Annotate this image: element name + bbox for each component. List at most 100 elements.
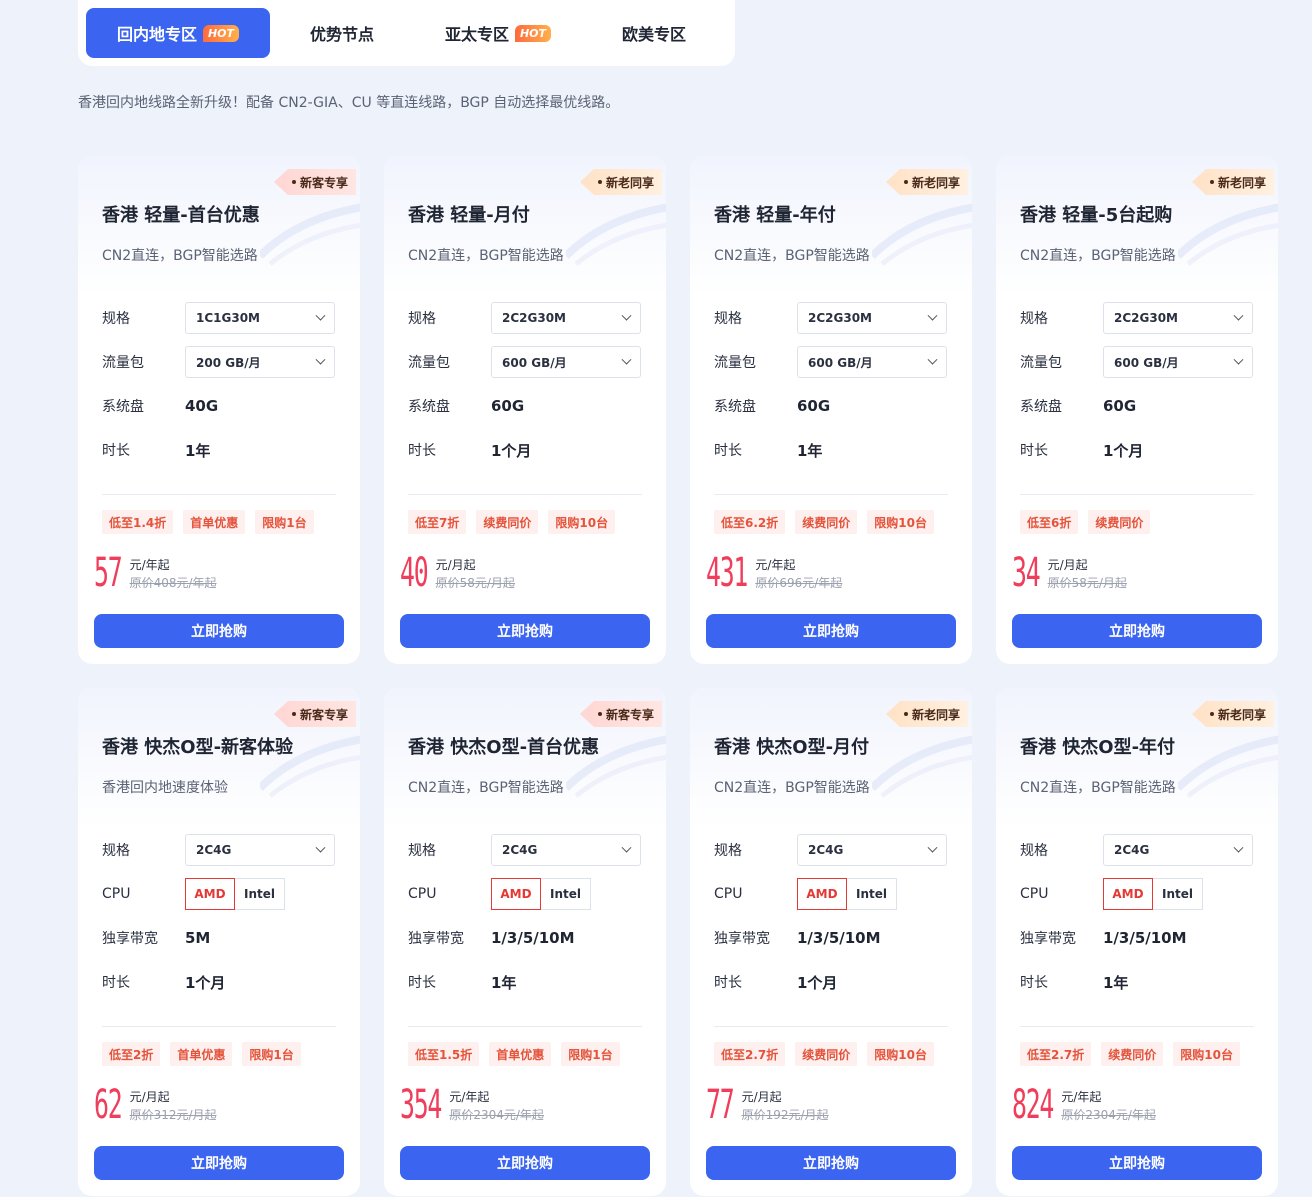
- buy-now-button[interactable]: 立即抢购: [1012, 1146, 1262, 1180]
- price-text: 元/年起 原价2304元/年起: [449, 1088, 544, 1124]
- price-text: 元/年起 原价696元/年起: [755, 556, 842, 592]
- tab-europe-america[interactable]: 欧美专区: [582, 8, 726, 58]
- card-title: 香港 轻量-首台优惠: [102, 205, 260, 226]
- cpu-option-amd[interactable]: AMD: [797, 878, 847, 910]
- promo-tag: 低至1.5折: [408, 1042, 480, 1066]
- duration-label: 时长: [408, 443, 436, 459]
- price-block: 34 元/月起 原价58元/月起: [1012, 550, 1127, 596]
- buy-now-button[interactable]: 立即抢购: [94, 1146, 344, 1180]
- promo-tag: 低至6折: [1020, 510, 1079, 534]
- card-subtitle: 香港回内地速度体验: [102, 780, 228, 796]
- chevron-down-icon: [315, 842, 326, 853]
- traffic-select[interactable]: 600 GB/月: [1103, 346, 1253, 378]
- cpu-option-intel[interactable]: Intel: [541, 878, 591, 910]
- cpu-option-amd[interactable]: AMD: [185, 878, 235, 910]
- disk-row: 系统盘 60G: [714, 390, 948, 422]
- cpu-option-intel[interactable]: Intel: [847, 878, 897, 910]
- product-card: 新老同享 香港 快杰O型-月付 CN2直连，BGP智能选路 规格 2C4G CP…: [690, 688, 972, 1196]
- chevron-down-icon: [1233, 354, 1244, 365]
- cpu-toggle: AMD Intel: [185, 878, 285, 910]
- spec-row: 规格 2C2G30M: [1020, 302, 1254, 334]
- price-block: 77 元/月起 原价192元/月起: [706, 1085, 829, 1125]
- spec-select[interactable]: 2C4G: [491, 834, 641, 866]
- spec-row: 规格 2C4G: [714, 834, 948, 866]
- price-text: 元/月起 原价312元/月起: [130, 1088, 217, 1124]
- spec-select[interactable]: 2C2G30M: [491, 302, 641, 334]
- cpu-toggle: AMD Intel: [797, 878, 897, 910]
- spec-select[interactable]: 2C4G: [185, 834, 335, 866]
- bandwidth-row: 独享带宽 1/3/5/10M: [408, 922, 642, 954]
- zone-description: 香港回内地线路全新升级！配备 CN2-GIA、CU 等直连线路，BGP 自动选择…: [78, 95, 620, 111]
- price-value: 431: [706, 550, 748, 596]
- duration-row: 时长 1个月: [1020, 434, 1254, 466]
- spec-label: 规格: [1020, 311, 1048, 327]
- promo-tags: 低至2.7折 续费同价 限购10台: [714, 1042, 944, 1066]
- bandwidth-row: 独享带宽 5M: [102, 922, 336, 954]
- duration-value: 1个月: [491, 441, 532, 460]
- duration-label: 时长: [714, 975, 742, 991]
- card-subtitle: CN2直连，BGP智能选路: [102, 248, 258, 264]
- promo-tags: 低至1.5折 首单优惠 限购1台: [408, 1042, 630, 1066]
- card-subtitle: CN2直连，BGP智能选路: [408, 780, 564, 796]
- buy-now-button[interactable]: 立即抢购: [706, 1146, 956, 1180]
- original-price: 原价58元/月起: [435, 576, 515, 590]
- chevron-down-icon: [621, 842, 632, 853]
- buy-now-button[interactable]: 立即抢购: [400, 614, 650, 648]
- spec-select[interactable]: 1C1G30M: [185, 302, 335, 334]
- original-price: 原价2304元/年起: [449, 1108, 544, 1122]
- tab-asia-pacific[interactable]: 亚太专区 HOT: [414, 8, 582, 58]
- tab-mainland[interactable]: 回内地专区 HOT: [86, 8, 270, 58]
- tab-advantage-nodes[interactable]: 优势节点: [270, 8, 414, 58]
- card-title: 香港 轻量-年付: [714, 205, 836, 226]
- promo-tag: 限购10台: [867, 1042, 934, 1066]
- chevron-down-icon: [315, 310, 326, 321]
- spec-select[interactable]: 2C2G30M: [1103, 302, 1253, 334]
- traffic-select[interactable]: 200 GB/月: [185, 346, 335, 378]
- spec-select[interactable]: 2C2G30M: [797, 302, 947, 334]
- spec-row: 规格 2C4G: [408, 834, 642, 866]
- cpu-row: CPU AMD Intel: [102, 878, 336, 910]
- spec-row: 规格 2C4G: [102, 834, 336, 866]
- cpu-option-intel[interactable]: Intel: [235, 878, 285, 910]
- cpu-option-amd[interactable]: AMD: [491, 878, 541, 910]
- price-unit: 元/月起: [435, 558, 476, 572]
- spec-select[interactable]: 2C4G: [1103, 834, 1253, 866]
- traffic-row: 流量包 200 GB/月: [102, 346, 336, 378]
- cpu-option-amd[interactable]: AMD: [1103, 878, 1153, 910]
- promo-tag: 续费同价: [476, 510, 539, 534]
- disk-row: 系统盘 40G: [102, 390, 336, 422]
- bandwidth-value: 1/3/5/10M: [797, 929, 881, 947]
- promo-tag: 限购10台: [548, 510, 616, 534]
- promo-tags: 低至7折 续费同价 限购10台: [408, 510, 625, 534]
- traffic-select[interactable]: 600 GB/月: [797, 346, 947, 378]
- product-card: 新客专享 香港 快杰O型-首台优惠 CN2直连，BGP智能选路 规格 2C4G …: [384, 688, 666, 1196]
- cpu-row: CPU AMD Intel: [714, 878, 948, 910]
- disk-value: 60G: [1103, 397, 1137, 415]
- chevron-down-icon: [927, 310, 938, 321]
- buy-now-button[interactable]: 立即抢购: [1012, 614, 1262, 648]
- spec-row: 规格 1C1G30M: [102, 302, 336, 334]
- disk-row: 系统盘 60G: [1020, 390, 1254, 422]
- price-value: 34: [1012, 550, 1041, 596]
- buy-now-button[interactable]: 立即抢购: [706, 614, 956, 648]
- spec-select[interactable]: 2C4G: [797, 834, 947, 866]
- traffic-select[interactable]: 600 GB/月: [491, 346, 641, 378]
- buy-now-button[interactable]: 立即抢购: [400, 1146, 650, 1180]
- spec-row: 规格 2C4G: [1020, 834, 1254, 866]
- price-block: 40 元/月起 原价58元/月起: [400, 553, 515, 593]
- buy-now-button[interactable]: 立即抢购: [94, 614, 344, 648]
- customer-badge: 新客专享: [273, 169, 356, 195]
- cpu-option-intel[interactable]: Intel: [1153, 878, 1203, 910]
- price-unit: 元/年起: [1061, 1090, 1102, 1104]
- bandwidth-value: 1/3/5/10M: [1103, 929, 1187, 947]
- duration-value: 1个月: [797, 973, 838, 992]
- duration-value: 1年: [1103, 973, 1129, 992]
- customer-badge: 新客专享: [579, 701, 662, 727]
- product-card: 新老同享 香港 轻量-5台起购 CN2直连，BGP智能选路 规格 2C2G30M…: [996, 156, 1278, 664]
- traffic-row: 流量包 600 GB/月: [408, 346, 642, 378]
- chevron-down-icon: [1233, 310, 1244, 321]
- disk-label: 系统盘: [102, 399, 144, 415]
- card-title: 香港 轻量-5台起购: [1020, 205, 1173, 226]
- promo-tags: 低至2.7折 续费同价 限购10台: [1020, 1042, 1250, 1066]
- cpu-row: CPU AMD Intel: [408, 878, 642, 910]
